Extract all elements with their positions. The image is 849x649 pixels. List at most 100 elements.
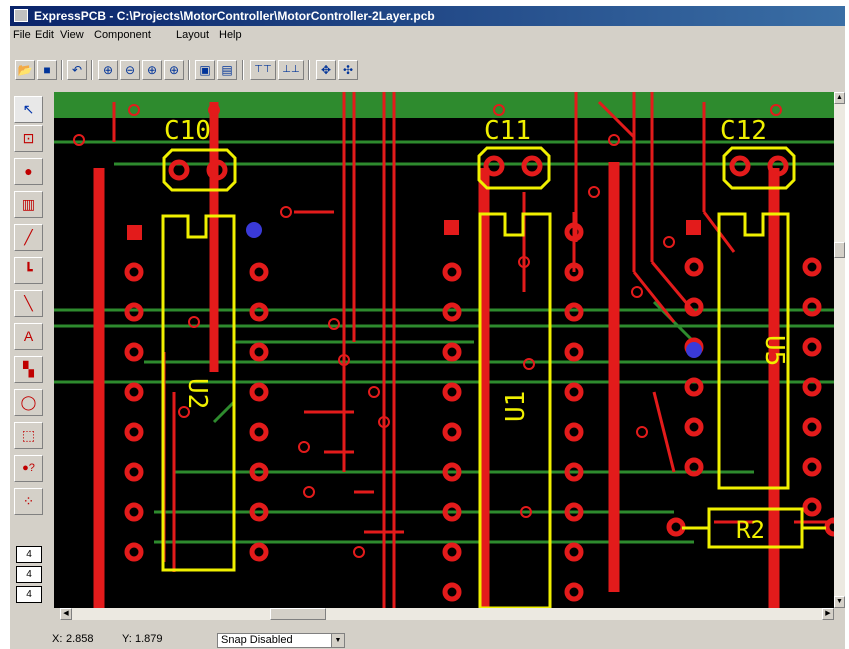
toolbar-separator: [308, 60, 310, 80]
open-folder-icon: 📂: [17, 63, 33, 77]
chevron-down-icon[interactable]: ▼: [331, 634, 344, 647]
scroll-up-button[interactable]: ▲: [834, 92, 845, 104]
layer-swatch[interactable]: 4: [16, 546, 42, 563]
layer-swatch[interactable]: 4: [16, 566, 42, 583]
vertical-scroll-thumb[interactable]: [834, 242, 845, 258]
diagonal-trace-tool[interactable]: ╲: [14, 290, 43, 317]
undo-icon: ↶: [71, 63, 83, 77]
rectangle-tool-icon: ⬚: [21, 427, 36, 443]
pcb-canvas[interactable]: C10 C11 C12 R2 U2 U1 U5: [54, 92, 834, 608]
snap-label: Snap: [221, 634, 247, 646]
scroll-right-button[interactable]: ▶: [822, 608, 834, 620]
component-edit-button[interactable]: ▤: [217, 60, 237, 80]
zoom-window-button[interactable]: ⊕: [142, 60, 162, 80]
tool-palette: ↖ ⊡ ● ▥ ╱ ┗ ╲ A ▚ ◯ ⬚ ●? ⁘ 4 4 4: [10, 94, 47, 634]
zoom-tool-icon: ⊡: [22, 130, 35, 146]
scroll-down-button[interactable]: ▼: [834, 596, 845, 608]
layer-swatch[interactable]: 4: [16, 586, 42, 603]
component-properties-button[interactable]: ▣: [195, 60, 215, 80]
scroll-left-button[interactable]: ◀: [60, 608, 72, 620]
menu-bar: File Edit View Component Layout Help: [10, 26, 845, 44]
trace-tool-icon: ╱: [24, 229, 33, 245]
zoom-tool[interactable]: ⊡: [14, 125, 43, 152]
zoom-in-icon: ⊕: [102, 63, 114, 77]
horizontal-scrollbar[interactable]: ◀ ▶: [60, 608, 834, 620]
move-icon: ✥: [320, 63, 332, 77]
menu-edit[interactable]: Edit: [35, 26, 54, 44]
pad-tool[interactable]: ●: [14, 158, 43, 185]
zoom-out-button[interactable]: ⊖: [120, 60, 140, 80]
bottom-layer-button[interactable]: ⊥⊥: [278, 60, 304, 80]
diagonal-trace-tool-icon: ╲: [24, 295, 33, 311]
netlist-tool-icon: ⁘: [22, 493, 35, 509]
pointer-tool-icon: ↖: [22, 101, 35, 117]
u1-label: U1: [501, 391, 531, 422]
u5-label: U5: [759, 335, 789, 366]
undo-button[interactable]: ↶: [67, 60, 87, 80]
arrow-right-icon: ▶: [825, 610, 831, 617]
snap-select[interactable]: Snap Disabled ▼: [217, 633, 345, 648]
pan-icon: ✣: [342, 63, 354, 77]
menu-component[interactable]: Component: [94, 26, 151, 44]
horizontal-scroll-thumb[interactable]: [270, 608, 326, 620]
layer-label: 4: [26, 589, 32, 600]
x-coordinate-label: X:: [52, 633, 63, 645]
layer-label: 4: [26, 569, 32, 580]
silkscreen-outlines: [161, 146, 826, 608]
circle-tool-icon: ◯: [20, 394, 37, 410]
netlist-tool[interactable]: ⁘: [14, 488, 43, 515]
arrow-left-icon: ◀: [63, 610, 69, 617]
toolbar-separator: [61, 60, 63, 80]
menu-file[interactable]: File: [13, 26, 31, 44]
pad-tool-icon: ●: [24, 163, 33, 179]
component-tool-icon: ▥: [21, 196, 36, 212]
filled-rect-tool-icon: ▚: [23, 361, 34, 377]
bottom-layer-icon: ⊥⊥: [282, 64, 300, 75]
pointer-tool[interactable]: ↖: [14, 96, 43, 123]
top-layer-button[interactable]: ⊤⊤: [250, 60, 276, 80]
open-button[interactable]: 📂: [15, 60, 35, 80]
c10-label: C10: [164, 116, 211, 146]
title-bar[interactable]: ExpressPCB - C:\Projects\MotorController…: [10, 6, 845, 26]
text-tool[interactable]: A: [14, 323, 43, 350]
save-icon: ■: [43, 63, 51, 77]
toolbar-separator: [91, 60, 93, 80]
c12-label: C12: [720, 116, 767, 146]
menu-help[interactable]: Help: [219, 26, 242, 44]
zoom-fit-button[interactable]: ⊕: [164, 60, 184, 80]
query-pad-tool[interactable]: ●?: [14, 455, 43, 482]
arrow-up-icon: ▲: [836, 94, 843, 101]
window-title: ExpressPCB - C:\Projects\MotorController…: [34, 9, 435, 23]
zoom-out-icon: ⊖: [124, 63, 136, 77]
angle-trace-tool[interactable]: ┗: [14, 257, 43, 284]
save-button[interactable]: ■: [37, 60, 57, 80]
x-coordinate-value: 2.858: [66, 633, 94, 645]
pan-button[interactable]: ✣: [338, 60, 358, 80]
component-edit-icon: ▤: [221, 63, 233, 77]
angle-trace-tool-icon: ┗: [24, 262, 33, 278]
trace-tool[interactable]: ╱: [14, 224, 43, 251]
y-coordinate-value: 1.879: [135, 633, 163, 645]
snap-value: Disabled: [249, 634, 293, 646]
app-icon[interactable]: [14, 9, 28, 22]
query-pad-tool-icon: ●?: [22, 462, 35, 474]
circle-tool[interactable]: ◯: [14, 389, 43, 416]
move-button[interactable]: ✥: [316, 60, 336, 80]
layer-label: 4: [26, 549, 32, 560]
status-bar: X: 2.858 Y: 1.879 Snap Disabled ▼: [10, 630, 845, 649]
menu-view[interactable]: View: [60, 26, 84, 44]
toolbar: 📂 ■ ↶ ⊕ ⊖ ⊕ ⊕ ▣ ▤ ⊤⊤ ⊥⊥ ✥ ✣: [10, 44, 845, 92]
component-tool[interactable]: ▥: [14, 191, 43, 218]
component-properties-icon: ▣: [199, 63, 211, 77]
r2-label: R2: [736, 516, 765, 544]
zoom-in-button[interactable]: ⊕: [98, 60, 118, 80]
toolbar-separator: [242, 60, 244, 80]
menu-layout[interactable]: Layout: [176, 26, 209, 44]
u2-label: U2: [182, 378, 212, 409]
filled-rect-tool[interactable]: ▚: [14, 356, 43, 383]
zoom-window-icon: ⊕: [146, 63, 158, 77]
vertical-scrollbar[interactable]: ▲ ▼: [834, 92, 845, 608]
rectangle-tool[interactable]: ⬚: [14, 422, 43, 449]
zoom-fit-icon: ⊕: [168, 63, 180, 77]
application-window: ExpressPCB - C:\Projects\MotorController…: [10, 6, 845, 649]
